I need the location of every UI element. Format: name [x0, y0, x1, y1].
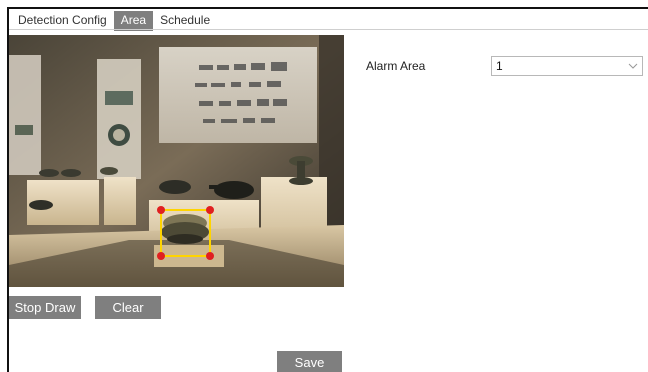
- alarm-area-select[interactable]: 1: [491, 56, 643, 76]
- region-handle[interactable]: [157, 206, 165, 214]
- tab-schedule[interactable]: Schedule: [153, 11, 217, 31]
- region-handle[interactable]: [206, 206, 214, 214]
- save-button[interactable]: Save: [277, 351, 342, 372]
- camera-preview[interactable]: [9, 35, 344, 287]
- alarm-area-value: 1: [496, 59, 503, 73]
- area-config-panel: Detection Config Area Schedule Stop Draw…: [7, 7, 648, 372]
- camera-scene: [9, 35, 344, 287]
- tab-area[interactable]: Area: [113, 11, 154, 31]
- chevron-down-icon: [624, 57, 642, 75]
- tab-divider: [9, 29, 648, 30]
- tab-bar: Detection Config Area Schedule: [11, 11, 217, 31]
- alarm-area-label: Alarm Area: [366, 59, 426, 73]
- tab-detection-config[interactable]: Detection Config: [11, 11, 114, 31]
- region-handle[interactable]: [206, 252, 214, 260]
- clear-button[interactable]: Clear: [95, 296, 161, 319]
- stop-draw-button[interactable]: Stop Draw: [9, 296, 81, 319]
- region-handle[interactable]: [157, 252, 165, 260]
